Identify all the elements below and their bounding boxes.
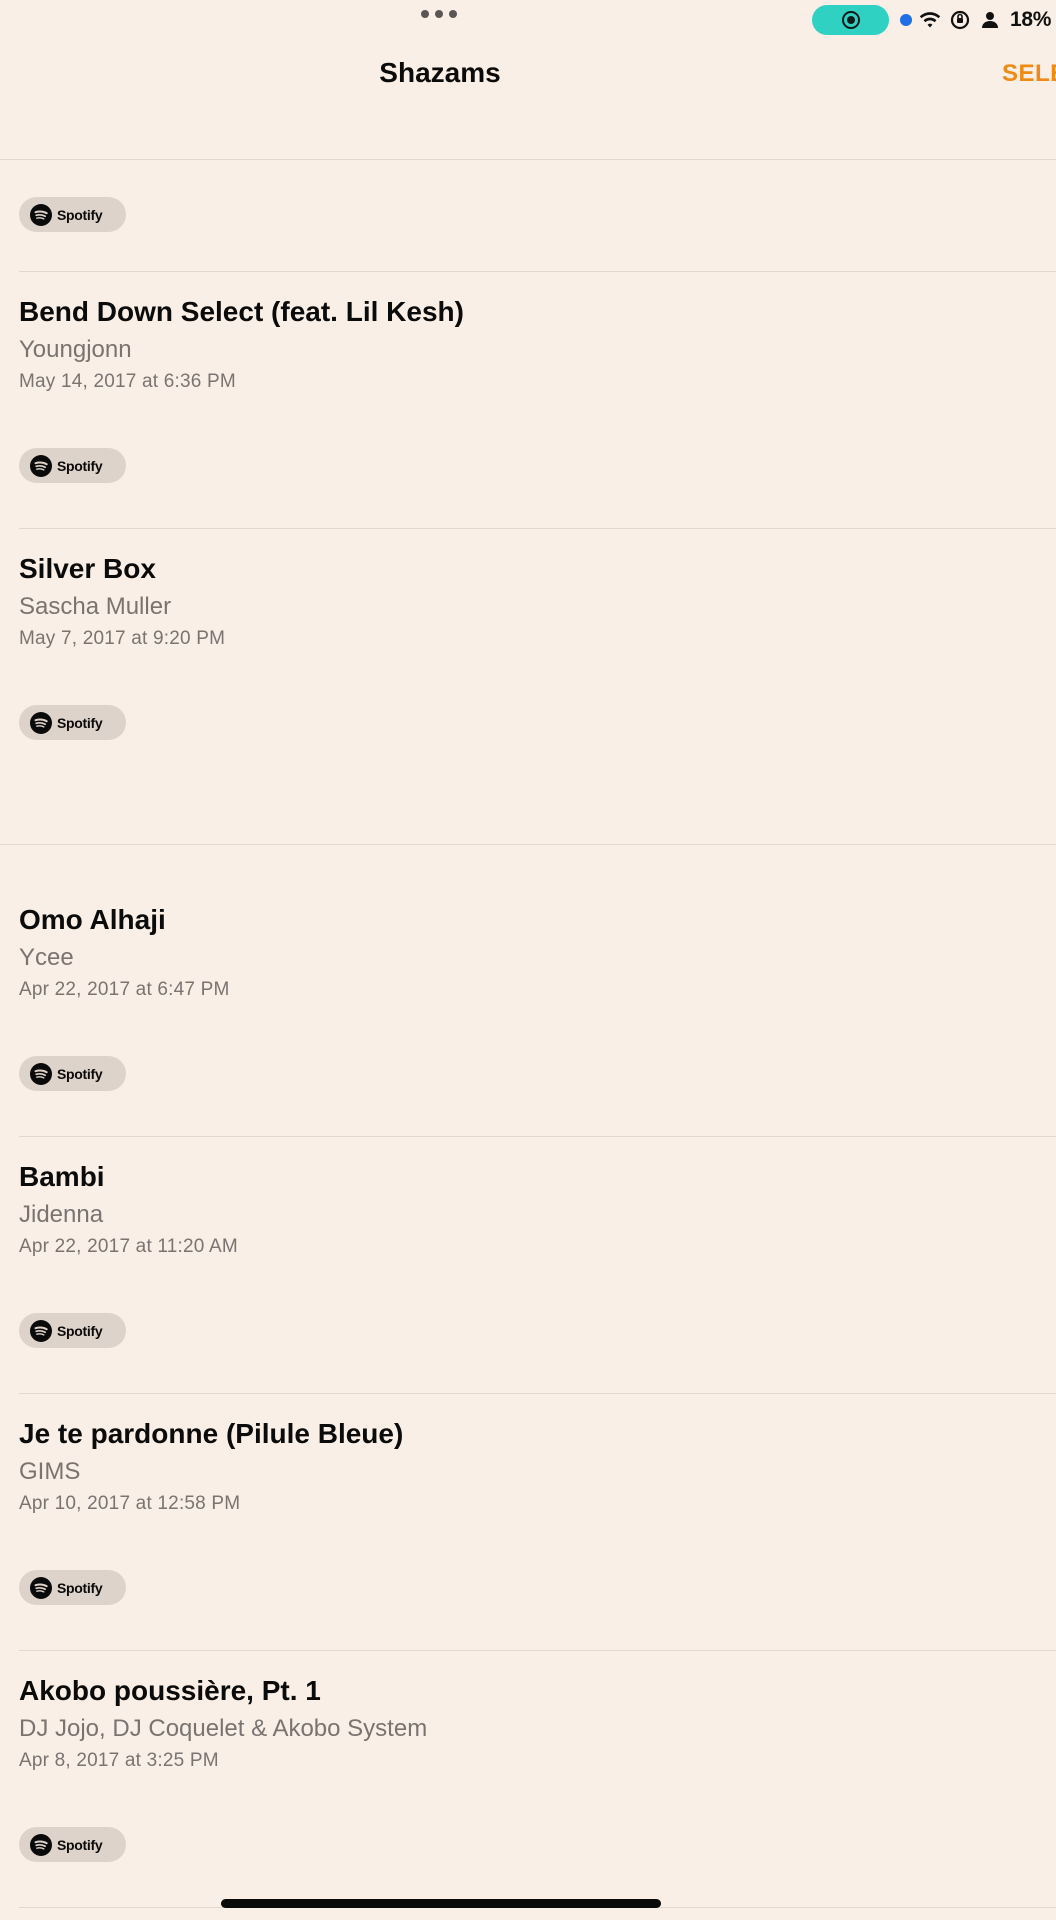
- spotify-label: Spotify: [57, 206, 103, 223]
- shazam-date: Apr 22, 2017 at 6:47 PM: [19, 979, 230, 1000]
- home-indicator[interactable]: [221, 1899, 661, 1908]
- wifi-icon: [919, 12, 941, 28]
- spotify-icon: [30, 454, 52, 477]
- shazam-date: Apr 10, 2017 at 12:58 PM: [19, 1493, 241, 1514]
- spotify-label: Spotify: [57, 1836, 103, 1853]
- spotify-icon: [30, 711, 52, 734]
- list-item[interactable]: Bambi Jidenna Apr 22, 2017 at 11:20 AM S…: [19, 1137, 1056, 1394]
- battery-percent: 18%: [1010, 8, 1052, 31]
- song-artist: Jidenna: [19, 1201, 104, 1228]
- shazam-date: Apr 8, 2017 at 3:25 PM: [19, 1750, 219, 1771]
- shazam-list: Spotify Bend Down Select (feat. Lil Kesh…: [0, 161, 1056, 1908]
- song-title: Je te pardonne (Pilule Bleue): [19, 1418, 404, 1449]
- spotify-button[interactable]: Spotify: [19, 1827, 126, 1862]
- location-dot-icon: [900, 14, 912, 26]
- spotify-button[interactable]: Spotify: [19, 1313, 126, 1348]
- spotify-label: Spotify: [57, 1322, 103, 1339]
- orientation-lock-icon: [950, 10, 970, 30]
- spotify-label: Spotify: [57, 457, 103, 474]
- page-title: Shazams: [379, 57, 501, 88]
- spotify-icon: [30, 1576, 52, 1599]
- spotify-icon: [30, 1062, 52, 1085]
- spotify-button[interactable]: Spotify: [19, 448, 126, 483]
- more-dots-icon[interactable]: [421, 10, 457, 18]
- navigation-bar: Shazams SELE: [0, 40, 1056, 160]
- list-item[interactable]: Silver Box Sascha Muller May 7, 2017 at …: [19, 529, 1056, 844]
- spotify-button[interactable]: Spotify: [19, 197, 126, 232]
- list-item[interactable]: Bend Down Select (feat. Lil Kesh) Youngj…: [19, 272, 1056, 529]
- spotify-icon: [30, 203, 52, 226]
- shazam-date: May 14, 2017 at 6:36 PM: [19, 371, 236, 392]
- spotify-button[interactable]: Spotify: [19, 1570, 126, 1605]
- song-artist: Youngjonn: [19, 336, 132, 363]
- song-title: Bambi: [19, 1161, 105, 1192]
- song-artist: Ycee: [19, 944, 74, 971]
- spotify-icon: [30, 1319, 52, 1342]
- spotify-icon: [30, 1833, 52, 1856]
- shazam-date: Apr 22, 2017 at 11:20 AM: [19, 1236, 238, 1257]
- list-item[interactable]: Akobo poussière, Pt. 1 DJ Jojo, DJ Coque…: [19, 1651, 1056, 1908]
- screen-record-icon[interactable]: [812, 5, 889, 35]
- status-icons: 18%: [900, 6, 1056, 34]
- spotify-label: Spotify: [57, 1065, 103, 1082]
- select-button[interactable]: SELE: [1002, 60, 1056, 88]
- song-title: Silver Box: [19, 553, 156, 584]
- shazam-date: May 7, 2017 at 9:20 PM: [19, 628, 226, 649]
- list-item: Spotify: [19, 161, 1056, 272]
- spotify-label: Spotify: [57, 1579, 103, 1596]
- spotify-button[interactable]: Spotify: [19, 1056, 126, 1091]
- song-artist: DJ Jojo, DJ Coquelet & Akobo System: [19, 1715, 428, 1742]
- song-title: Akobo poussière, Pt. 1: [19, 1675, 321, 1706]
- song-artist: GIMS: [19, 1458, 81, 1485]
- status-bar: 18%: [0, 0, 1056, 40]
- list-item[interactable]: Omo Alhaji Ycee Apr 22, 2017 at 6:47 PM …: [19, 880, 1056, 1137]
- song-title: Omo Alhaji: [19, 904, 166, 935]
- list-item[interactable]: Je te pardonne (Pilule Bleue) GIMS Apr 1…: [19, 1394, 1056, 1651]
- song-title: Bend Down Select (feat. Lil Kesh): [19, 296, 464, 327]
- spotify-button[interactable]: Spotify: [19, 705, 126, 740]
- song-artist: Sascha Muller: [19, 593, 172, 620]
- person-icon: [982, 12, 998, 28]
- spotify-label: Spotify: [57, 714, 103, 731]
